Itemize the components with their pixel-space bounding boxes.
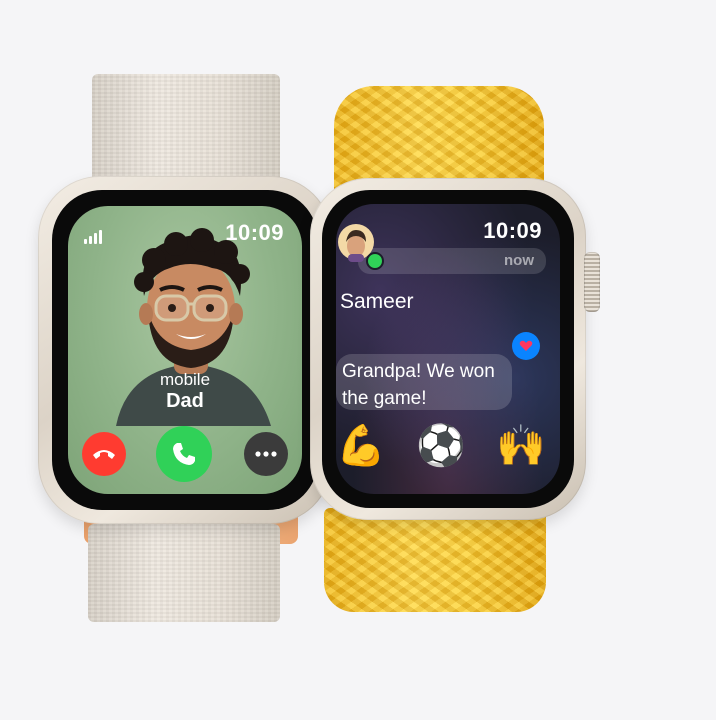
sender-name: Sameer xyxy=(340,290,414,313)
soccer-ball-emoji: ⚽ xyxy=(416,424,466,468)
phone-icon xyxy=(173,443,195,465)
cellular-signal-icon xyxy=(84,226,104,244)
caller-label: mobile xyxy=(159,370,211,389)
right-watch-band-bottom xyxy=(324,508,546,612)
accept-call-button[interactable] xyxy=(156,426,212,482)
digital-crown[interactable] xyxy=(584,252,600,312)
decline-call-button[interactable] xyxy=(82,432,126,476)
message-bubble[interactable]: Grandpa! We won the game! xyxy=(336,354,512,410)
message-text: Grandpa! We won the game! xyxy=(342,361,495,409)
ellipsis-icon xyxy=(255,451,277,457)
phone-hangup-icon xyxy=(93,450,115,459)
left-watch-screen: 10:09 mobile Dad xyxy=(68,206,302,494)
left-watch-band-bottom xyxy=(88,524,280,622)
flexed-biceps-emoji: 💪 xyxy=(336,424,386,468)
status-time: 10:09 xyxy=(483,218,542,243)
emoji-row: 💪 ⚽ 🙌 xyxy=(336,422,546,470)
tapback-button[interactable] xyxy=(512,332,540,360)
right-watch-screen: 10:09 now Sameer Grandpa! We won the gam… xyxy=(336,204,560,494)
messages-icon xyxy=(366,252,384,270)
notification-time: now xyxy=(504,252,534,269)
raising-hands-emoji: 🙌 xyxy=(496,424,546,468)
notification-header[interactable]: now xyxy=(358,248,546,274)
more-options-button[interactable] xyxy=(244,432,288,476)
caller-name: Dad xyxy=(166,390,204,412)
heart-icon xyxy=(519,340,533,351)
